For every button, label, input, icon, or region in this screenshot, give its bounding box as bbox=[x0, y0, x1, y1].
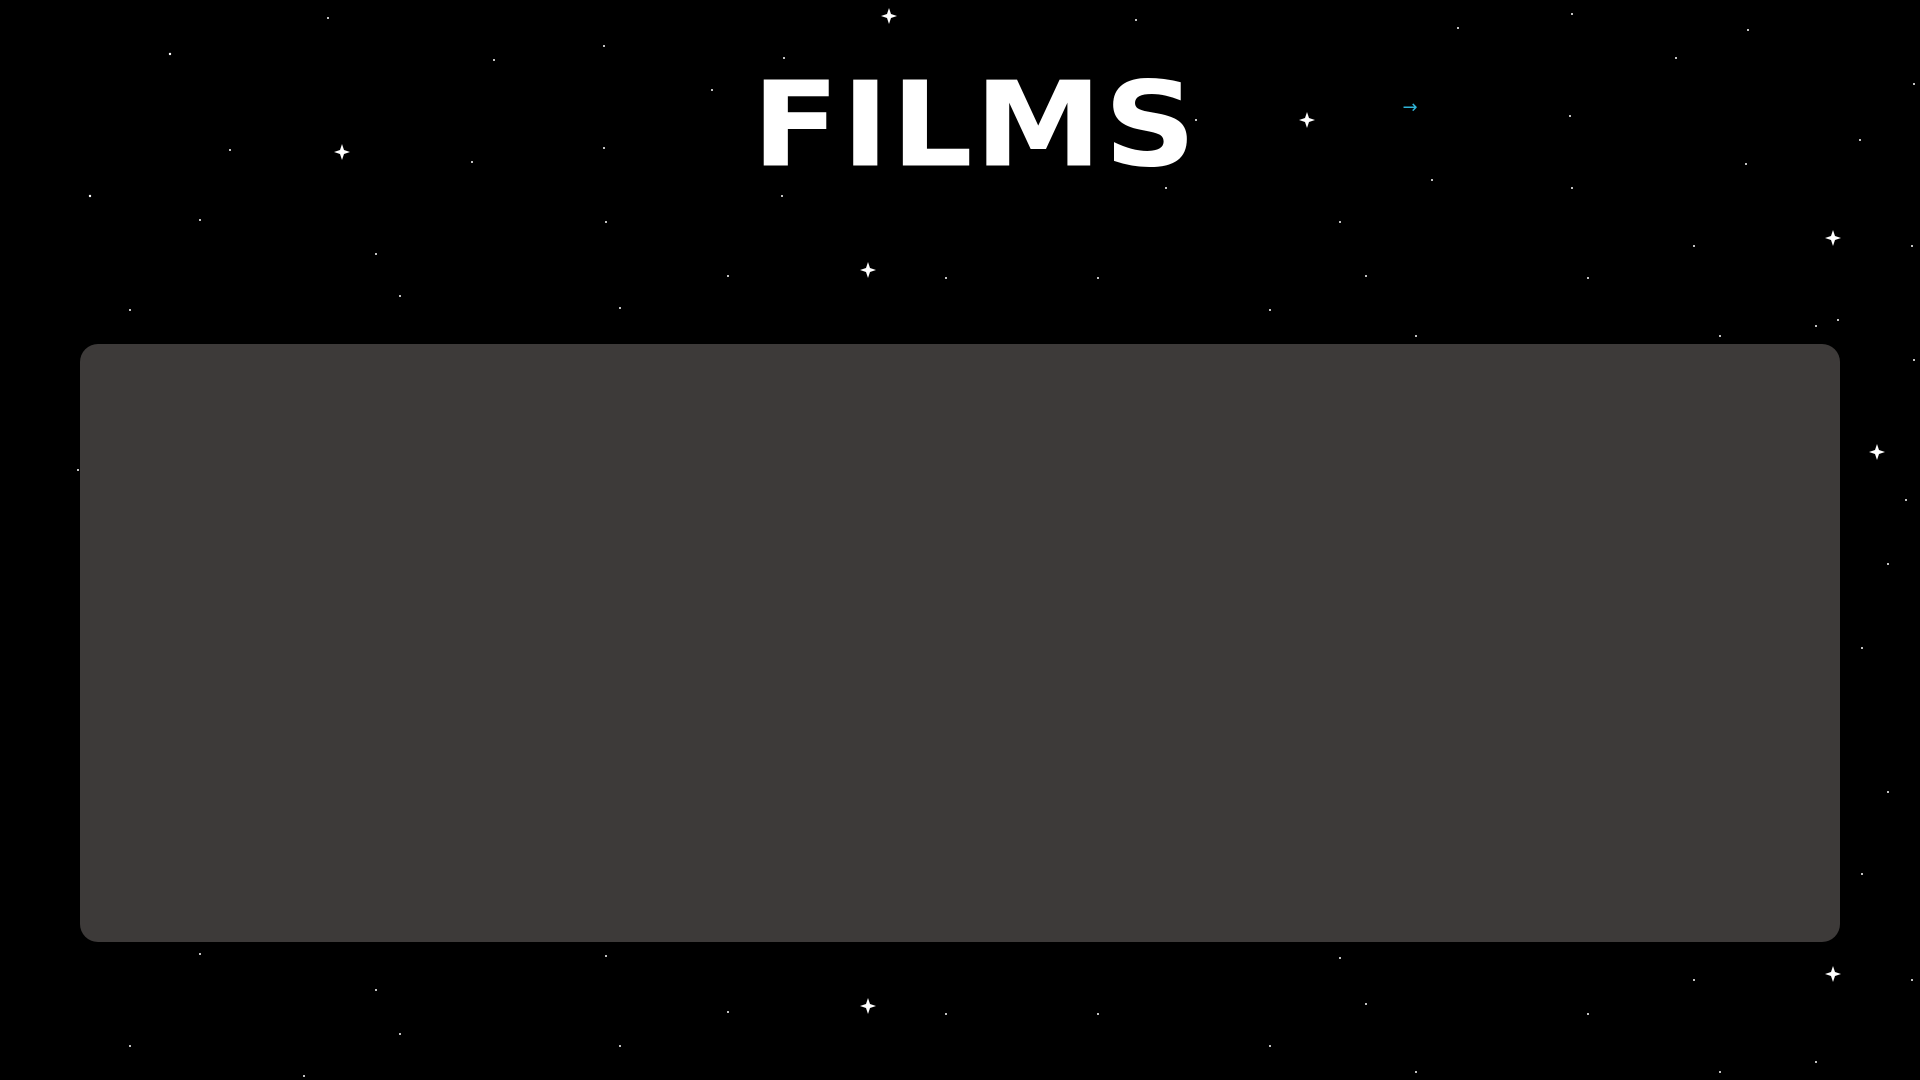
page-title: FILMS bbox=[752, 56, 1199, 195]
content-panel bbox=[80, 344, 1840, 942]
page-header: FILMS → bbox=[0, 0, 1920, 250]
arrow-right-icon[interactable]: → bbox=[1398, 96, 1422, 120]
